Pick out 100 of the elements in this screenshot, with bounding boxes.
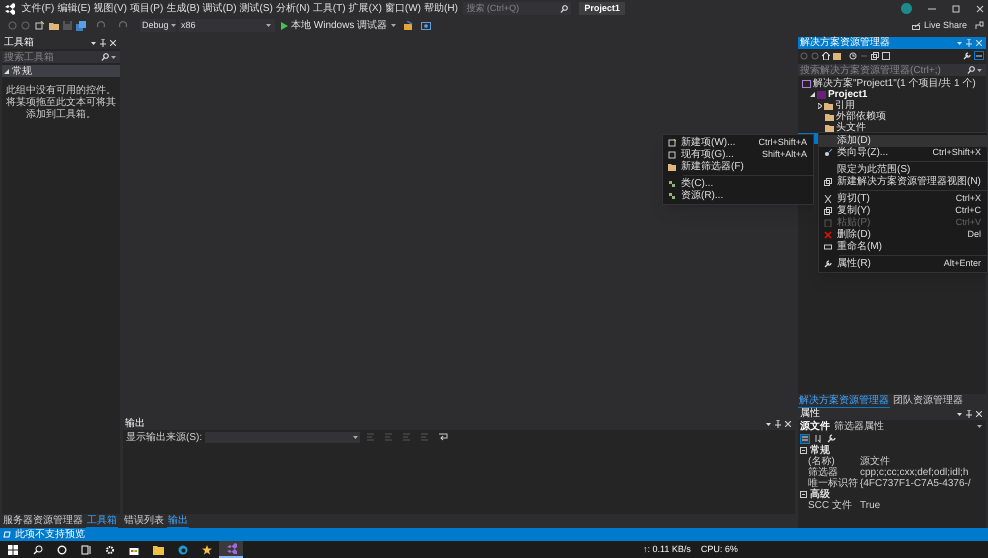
menu-item[interactable]: 视图(V)	[92, 1, 128, 16]
menu-item[interactable]: 分析(N)	[274, 1, 312, 16]
menu-item[interactable]: 限定为此范围(S)	[819, 164, 987, 176]
menu-item[interactable]: 新建筛选器(F)	[663, 161, 813, 173]
tree-item[interactable]: Project1	[798, 89, 986, 100]
menu-item[interactable]: 添加(D)	[819, 135, 987, 147]
forward-icon[interactable]	[811, 52, 819, 60]
menu-item[interactable]: 新建项(W)... Ctrl+Shift+A	[663, 137, 813, 149]
pin-icon[interactable]	[775, 420, 781, 428]
gear-icon[interactable]	[105, 544, 115, 554]
property-name: 筛选器	[807, 466, 838, 478]
back-icon[interactable]	[8, 21, 17, 30]
menu-item[interactable]: 重命名(M)	[819, 241, 987, 253]
menu-item[interactable]: 类(C)...	[663, 178, 813, 190]
menu-item[interactable]: 帮助(H)	[422, 1, 460, 16]
caret-icon	[353, 436, 358, 438]
dropdown-icon[interactable]	[766, 422, 771, 426]
close-icon[interactable]	[976, 4, 984, 12]
caret-icon	[977, 68, 982, 72]
pin-icon[interactable]	[966, 410, 972, 418]
wrench-icon[interactable]	[963, 52, 971, 60]
close-icon[interactable]	[976, 411, 982, 417]
empty-message: 此组中没有可用的控件。将某项拖至此文本可将其添加到工具箱。	[5, 85, 117, 121]
run-button[interactable]: 本地 Windows 调试器	[279, 19, 390, 32]
platform-dropdown[interactable]: x86	[179, 19, 275, 32]
rename-icon	[824, 243, 832, 251]
property-value: 源文件	[860, 454, 891, 468]
network-speed: ↑: 0.11 KB/s	[643, 542, 691, 556]
menu-item[interactable]: 资源(R)...	[663, 190, 813, 202]
menu-item[interactable]: 窗口(W)	[383, 1, 423, 16]
menu-item[interactable]: 项目(P)	[128, 1, 165, 16]
tree-item[interactable]: 解决方案"Project1"(1 个项目/共 1 个)	[798, 78, 986, 89]
save-all-icon[interactable]	[76, 20, 86, 30]
undo-icon[interactable]	[96, 21, 106, 30]
menu-item[interactable]: 新建解决方案资源管理器视图(N)	[819, 176, 987, 188]
logo-icon	[226, 543, 236, 554]
panel-tab[interactable]: 服务器资源管理器	[2, 515, 84, 527]
panel-tab[interactable]: 团队资源管理器	[892, 395, 964, 407]
toolbox-group[interactable]: 常规	[2, 65, 120, 77]
sort-icon[interactable]	[814, 434, 823, 443]
categorized-icon[interactable]	[800, 434, 810, 444]
back-icon[interactable]	[800, 52, 808, 60]
camera-icon[interactable]	[421, 21, 432, 30]
cpu-usage: CPU: 6%	[700, 542, 738, 556]
browser-icon[interactable]	[178, 544, 188, 554]
home-icon[interactable]	[822, 52, 830, 60]
new-item-icon	[668, 139, 676, 147]
menu-item[interactable]: 剪切(T) Ctrl+X	[819, 193, 987, 205]
forward-icon[interactable]	[21, 21, 30, 30]
menu-item[interactable]: 现有项(G)... Shift+Alt+A	[663, 149, 813, 161]
menu-item[interactable]: 复制(Y) Ctrl+C	[819, 205, 987, 217]
windows-icon[interactable]	[8, 544, 18, 554]
close-icon[interactable]	[785, 421, 791, 427]
history-icon[interactable]	[849, 52, 857, 60]
feedback-icon[interactable]	[975, 21, 984, 30]
tree-item[interactable]: 引用	[798, 100, 986, 111]
search-field[interactable]: 搜索解决方案资源管理器(Ctrl+;)	[798, 64, 986, 76]
wrench-icon[interactable]	[827, 434, 836, 443]
share-icon	[912, 22, 921, 30]
menu-item[interactable]: 编辑(E)	[56, 1, 92, 16]
dropdown-icon[interactable]	[957, 412, 962, 416]
dropdown-icon[interactable]	[91, 42, 96, 44]
scissors-icon	[824, 195, 832, 203]
menu-item[interactable]: 类向导(Z)... Ctrl+Shift+X	[819, 147, 987, 159]
menu-item[interactable]: 扩展(X)	[347, 1, 384, 16]
property-category[interactable]: 常规	[798, 445, 986, 456]
menu-item[interactable]: 生成(B)	[164, 1, 202, 16]
minus-box-icon	[800, 447, 807, 454]
maximize-icon[interactable]	[952, 4, 960, 12]
pin-icon[interactable]	[100, 39, 106, 47]
caret-icon	[391, 24, 396, 27]
wrap-icon[interactable]	[438, 433, 448, 441]
menu-item[interactable]: 删除(D) Del	[819, 229, 987, 241]
new-project-icon[interactable]	[35, 21, 44, 30]
menu-item[interactable]: 属性(R) Alt+Enter	[819, 258, 987, 270]
folder-icon[interactable]	[153, 544, 164, 554]
panel-title: 解决方案资源管理器	[800, 37, 891, 49]
search-field[interactable]: 搜索工具箱	[2, 51, 120, 63]
property-category[interactable]: 高级	[798, 489, 986, 500]
search-field[interactable]: 搜索 (Ctrl+Q)	[463, 2, 572, 15]
menu-item[interactable]: 测试(S)	[238, 1, 274, 16]
property-value: cpp;c;cc;cxx;def;odl;idl;h	[860, 466, 970, 478]
tree-item[interactable]: 头文件	[798, 122, 986, 133]
panel-tab[interactable]: 错误列表	[123, 515, 165, 527]
redo-icon[interactable]	[118, 21, 128, 30]
cortana-icon[interactable]	[57, 544, 67, 554]
menu-item[interactable]: 调试(D)	[201, 1, 238, 16]
show-files-icon[interactable]	[882, 52, 890, 60]
search-icon[interactable]	[33, 544, 43, 554]
task-view-icon[interactable]	[81, 544, 91, 554]
star-icon[interactable]	[202, 544, 212, 554]
menu-item[interactable]: 文件(F)	[20, 1, 56, 16]
copy-icon[interactable]	[871, 52, 879, 60]
configuration-dropdown[interactable]: Debug	[140, 19, 176, 32]
taskbar-button[interactable]	[219, 541, 243, 558]
menu-item[interactable]: 工具(T)	[311, 1, 348, 16]
tree-item[interactable]: 外部依赖项	[798, 111, 986, 122]
folder-icon[interactable]	[49, 21, 59, 30]
close-icon[interactable]	[110, 40, 116, 46]
live-share-button[interactable]: Live Share	[912, 18, 967, 32]
